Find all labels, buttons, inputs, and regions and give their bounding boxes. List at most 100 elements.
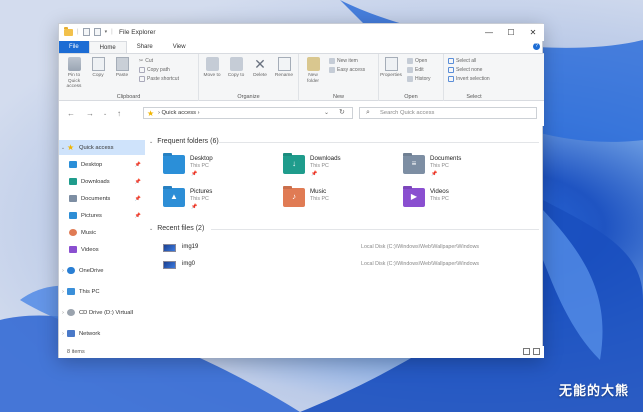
tab-home[interactable]: Home xyxy=(88,41,127,53)
new-folder-button[interactable]: New folder xyxy=(302,57,324,84)
sidebar-item-this-pc[interactable]: › This PC xyxy=(59,284,145,299)
sidebar-item-quick-access[interactable]: ⌄ ★ Quick access xyxy=(59,140,145,155)
new-item-button[interactable]: New item xyxy=(329,58,358,64)
select-none-button[interactable]: Select none xyxy=(448,67,482,73)
paste-label: Paste xyxy=(115,73,129,78)
recent-files-title: Recent files (2) xyxy=(157,225,205,232)
copy-icon xyxy=(91,57,105,71)
pin-quick-access-button[interactable]: Pin to Quick access xyxy=(63,57,85,90)
back-arrow-icon[interactable]: ← xyxy=(67,109,75,118)
folder-location: This PC xyxy=(310,163,329,169)
minimize-button[interactable]: — xyxy=(478,24,500,41)
select-none-label: Select none xyxy=(456,67,483,73)
edit-icon xyxy=(407,67,413,73)
paste-shortcut-label: Paste shortcut xyxy=(147,76,179,82)
folder-location: This PC xyxy=(430,196,449,202)
folder-tile-documents[interactable]: ≡ Documents This PC 📌 xyxy=(403,153,513,183)
paste-shortcut-button[interactable]: Paste shortcut xyxy=(139,76,179,82)
new-folder-label: New folder xyxy=(307,73,319,84)
breadcrumb-quick-access[interactable]: Quick access xyxy=(162,110,196,116)
sidebar-item-cd-drive[interactable]: › CD Drive (D:) VirtualI xyxy=(59,305,145,320)
address-field[interactable]: ★ › Quick access › xyxy=(143,107,353,119)
chevron-down-icon[interactable]: ⌄ xyxy=(149,226,153,232)
easy-access-icon xyxy=(329,67,335,73)
select-all-label: Select all xyxy=(456,58,477,64)
copy-button[interactable]: Copy xyxy=(87,57,109,79)
chevron-down-icon[interactable]: ⌄ xyxy=(59,145,67,151)
open-label: Open xyxy=(415,58,428,64)
customize-toolbar-icon[interactable]: ▾ xyxy=(105,29,108,35)
sidebar-item-videos[interactable]: Videos xyxy=(59,242,145,257)
refresh-icon[interactable]: ↻ xyxy=(339,108,345,116)
tab-view[interactable]: View xyxy=(163,41,196,53)
move-to-button[interactable]: Move to xyxy=(201,57,223,79)
edit-button[interactable]: Edit xyxy=(407,67,424,73)
folder-tile-music[interactable]: ♪ Music This PC xyxy=(283,186,393,216)
copy-path-button[interactable]: Copy path xyxy=(139,67,170,73)
paste-button[interactable]: Paste xyxy=(111,57,133,79)
file-path: Local Disk (C:)\Windows\Web\Wallpaper\Wi… xyxy=(361,244,480,250)
address-dropdown-icon[interactable]: ⌄ xyxy=(324,109,329,116)
help-icon[interactable]: ? xyxy=(533,43,540,50)
pin-icon: 📌 xyxy=(431,171,438,177)
easy-access-label: Easy access xyxy=(337,67,366,73)
mountain-icon: ▲ xyxy=(170,192,178,201)
chevron-right-icon[interactable]: › xyxy=(59,289,67,295)
sidebar-item-label: This PC xyxy=(79,288,100,295)
sidebar-item-desktop[interactable]: Desktop 📌 xyxy=(59,157,145,172)
rename-button[interactable]: Rename xyxy=(273,57,295,79)
tab-file[interactable]: File xyxy=(59,41,89,53)
content-pane: ⌄ Frequent folders (6) Desktop This PC 📌… xyxy=(145,126,543,346)
sidebar-item-documents[interactable]: Documents 📌 xyxy=(59,191,145,206)
copy-to-button[interactable]: Copy to xyxy=(225,57,247,79)
title-bar[interactable]: | ▾ | File Explorer — ☐ ✕ xyxy=(59,24,544,41)
folder-name: Music xyxy=(310,188,327,195)
details-view-icon[interactable] xyxy=(523,348,530,355)
folder-tile-videos[interactable]: ▶ Videos This PC xyxy=(403,186,513,216)
properties-icon[interactable] xyxy=(82,28,90,36)
close-button[interactable]: ✕ xyxy=(522,24,544,41)
history-button[interactable]: History xyxy=(407,76,431,82)
delete-button[interactable]: ✕ Delete xyxy=(249,57,271,79)
tab-share[interactable]: Share xyxy=(127,41,163,53)
chevron-right-icon[interactable]: › xyxy=(59,268,67,274)
breadcrumb[interactable]: › Quick access › xyxy=(158,110,200,116)
sidebar-item-onedrive[interactable]: › OneDrive xyxy=(59,263,145,278)
chevron-down-icon[interactable]: ⌄ xyxy=(149,139,153,145)
recent-file-row[interactable]: img19 Local Disk (C:)\Windows\Web\Wallpa… xyxy=(161,241,541,255)
folder-tile-downloads[interactable]: ↓ Downloads This PC 📌 xyxy=(283,153,393,183)
easy-access-button[interactable]: Easy access xyxy=(329,67,365,73)
up-arrow-icon[interactable]: ↑ xyxy=(117,109,121,118)
forward-arrow-icon[interactable]: → xyxy=(86,109,94,118)
recent-file-row[interactable]: img0 Local Disk (C:)\Windows\Web\Wallpap… xyxy=(161,258,541,272)
sidebar-item-network[interactable]: › Network xyxy=(59,326,145,341)
cut-button[interactable]: ✂ Cut xyxy=(139,58,153,64)
cd-drive-icon xyxy=(67,309,75,316)
copy-label: Copy xyxy=(92,73,104,78)
select-all-button[interactable]: Select all xyxy=(448,58,476,64)
chevron-right-icon[interactable]: › xyxy=(59,331,67,337)
invert-selection-button[interactable]: Invert selection xyxy=(448,76,490,82)
maximize-button[interactable]: ☐ xyxy=(500,24,522,41)
folder-tile-pictures[interactable]: ▲ Pictures This PC 📌 xyxy=(163,186,273,216)
chevron-right-icon[interactable]: › xyxy=(59,310,67,316)
folder-tile-desktop[interactable]: Desktop This PC 📌 xyxy=(163,153,273,183)
frequent-folders-header[interactable]: ⌄ Frequent folders (6) xyxy=(149,138,219,145)
open-button[interactable]: Open xyxy=(407,58,427,64)
new-folder-icon[interactable] xyxy=(93,28,101,36)
file-name: img19 xyxy=(182,244,199,250)
sidebar-item-music[interactable]: Music xyxy=(59,225,145,240)
watermark-text: 无能的大熊 xyxy=(558,383,629,398)
sidebar-item-label: Quick access xyxy=(79,144,114,151)
recent-files-header[interactable]: ⌄ Recent files (2) xyxy=(149,225,204,232)
recent-locations-icon[interactable]: ⌄ xyxy=(103,111,107,117)
paste-icon xyxy=(115,57,129,71)
star-icon: ★ xyxy=(67,143,75,152)
large-icons-view-icon[interactable] xyxy=(533,348,540,355)
search-input[interactable]: ⌕ Search Quick access xyxy=(359,107,537,119)
sidebar-item-pictures[interactable]: Pictures 📌 xyxy=(59,208,145,223)
pin-icon: 📌 xyxy=(134,161,141,168)
properties-button[interactable]: Properties xyxy=(380,57,402,79)
move-to-label: Move to xyxy=(203,73,221,78)
sidebar-item-downloads[interactable]: Downloads 📌 xyxy=(59,174,145,189)
